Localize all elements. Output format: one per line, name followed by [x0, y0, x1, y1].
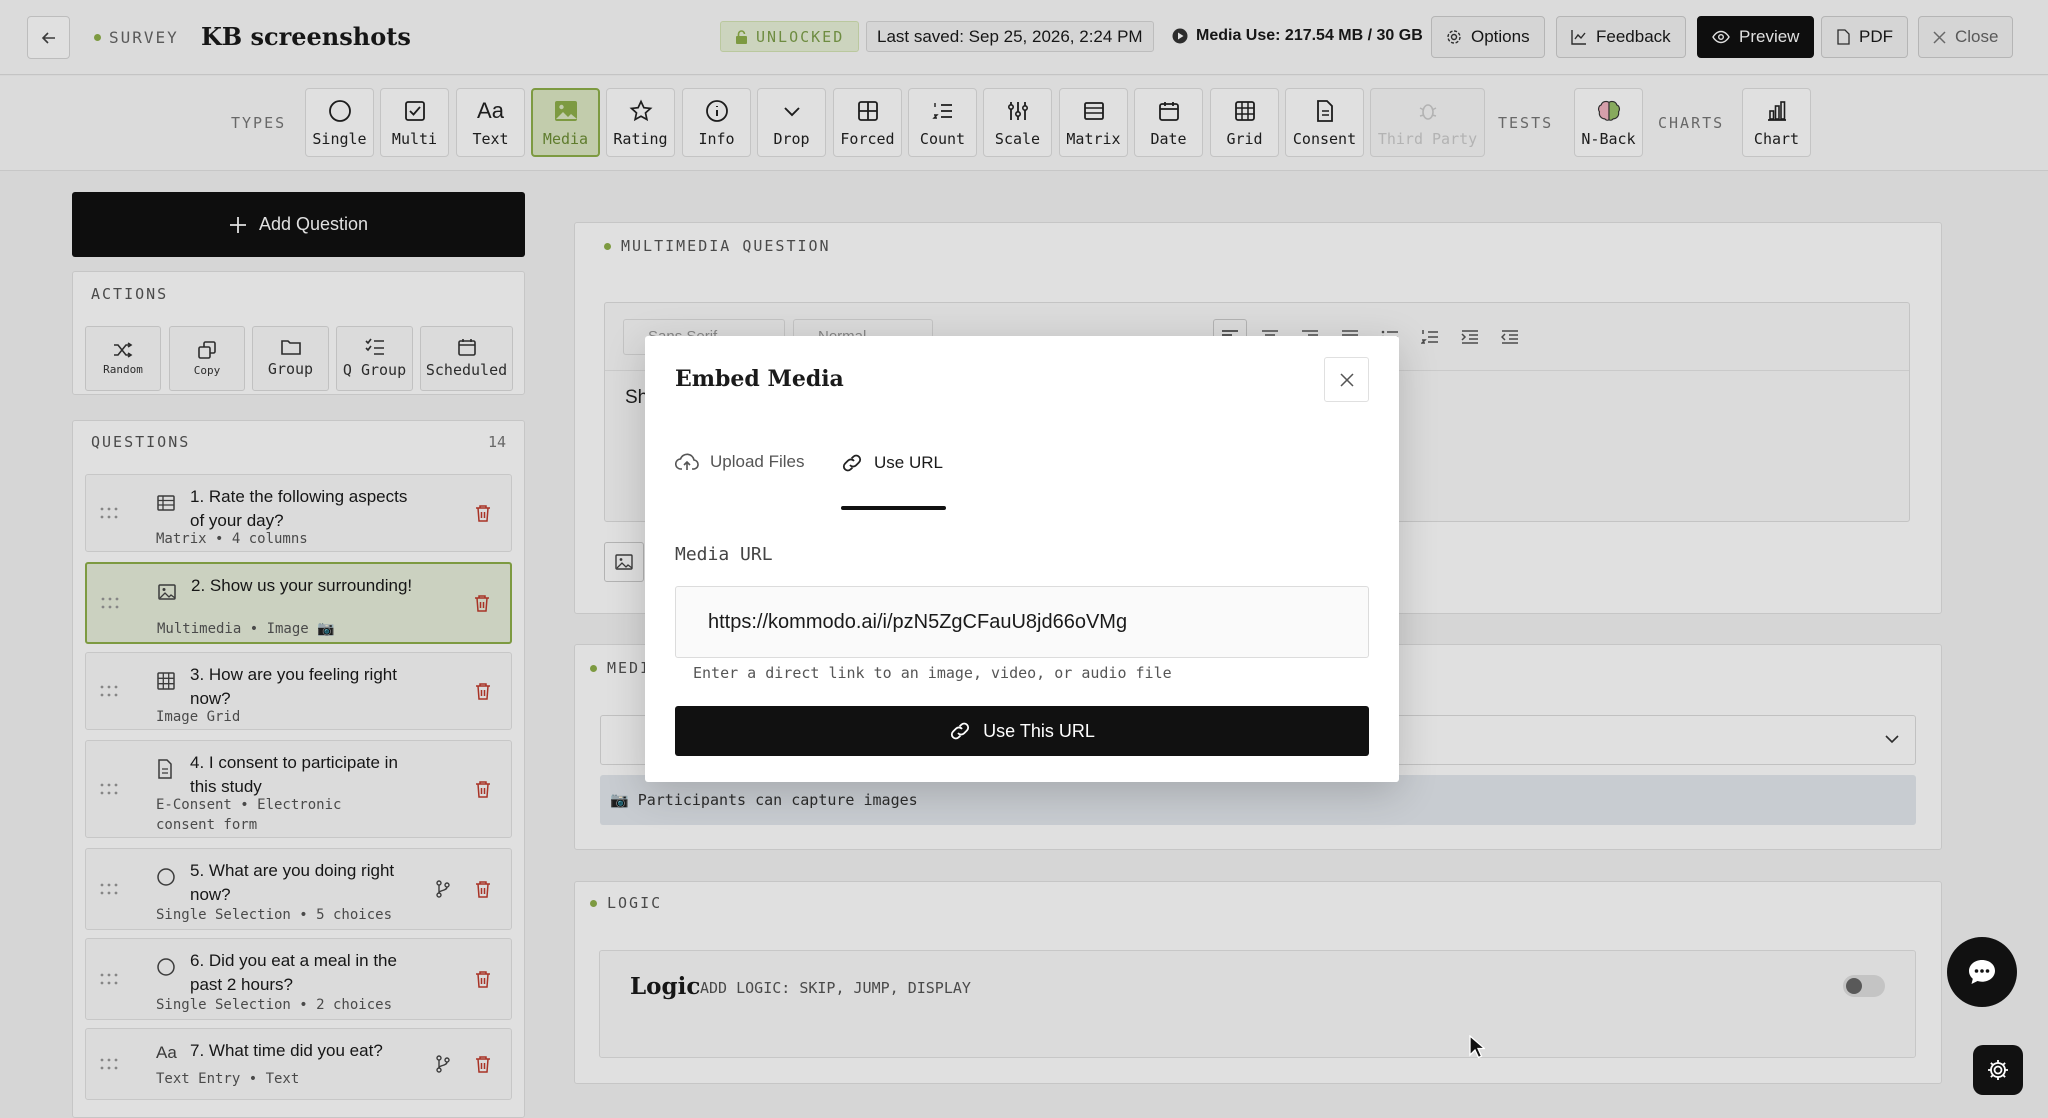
media-url-input[interactable]: [675, 586, 1369, 658]
active-tab-indicator: [841, 506, 946, 510]
use-this-url-button[interactable]: Use This URL: [675, 706, 1369, 756]
gear-icon: [1988, 1060, 2008, 1080]
close-icon: [1339, 372, 1354, 387]
chat-bubble-icon: [1969, 960, 1995, 984]
tab-upload-files[interactable]: Upload Files: [675, 452, 805, 472]
modal-close-button[interactable]: [1324, 357, 1369, 402]
media-url-label: Media URL: [675, 544, 773, 565]
modal-title: Embed Media: [675, 366, 844, 392]
link-icon: [842, 454, 862, 472]
tab-upload-label: Upload Files: [710, 452, 805, 471]
tab-url-label: Use URL: [874, 453, 943, 472]
embed-media-modal: Embed Media Upload Files Use URL Media U…: [645, 336, 1399, 782]
mouse-cursor-icon: [1469, 1035, 1485, 1059]
media-url-hint: Enter a direct link to an image, video, …: [693, 664, 1172, 682]
chat-button[interactable]: [1947, 937, 2017, 1007]
tab-use-url[interactable]: Use URL: [841, 452, 943, 474]
settings-button[interactable]: [1973, 1045, 2023, 1095]
cloud-upload-icon: [675, 453, 699, 470]
link-icon: [951, 722, 970, 740]
use-this-url-label: Use This URL: [983, 720, 1095, 741]
